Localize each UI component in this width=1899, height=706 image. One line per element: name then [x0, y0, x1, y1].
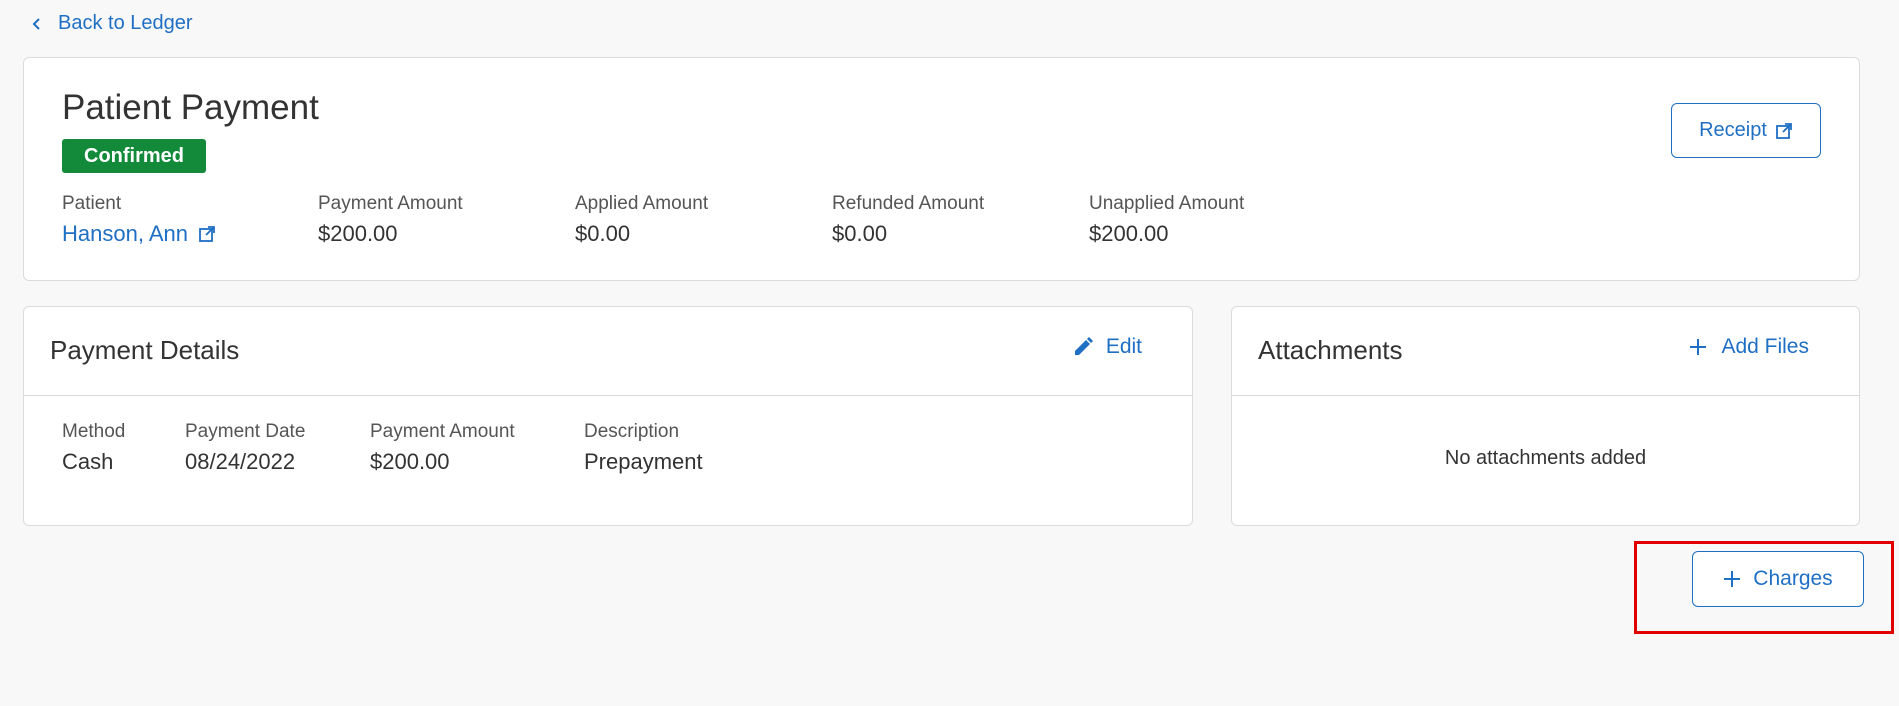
description-value: Prepayment	[584, 449, 703, 474]
external-link-icon	[1776, 122, 1792, 139]
payment-amount-label: Payment Amount	[318, 193, 463, 214]
charges-label: Charges	[1753, 567, 1833, 590]
detail-payment-amount-value: $200.00	[370, 449, 450, 474]
payment-details-header: Payment Details Edit	[24, 307, 1192, 396]
attachments-card: Attachments Add Files No attachments add…	[1231, 306, 1860, 526]
back-to-ledger-link[interactable]: Back to Ledger	[30, 12, 193, 35]
applied-amount-label: Applied Amount	[575, 193, 709, 214]
payment-details-title: Payment Details	[50, 335, 240, 365]
description-field: Description Prepayment	[584, 421, 703, 475]
patient-field: Patient Hanson, Ann	[62, 193, 216, 247]
add-charges-button[interactable]: Charges	[1692, 551, 1864, 607]
payment-amount-field: Payment Amount $200.00	[318, 193, 463, 247]
applied-amount-value: $0.00	[575, 221, 631, 246]
payment-summary-card: Patient Payment Confirmed Receipt Patien…	[23, 57, 1860, 281]
payment-amount-value: $200.00	[318, 221, 398, 246]
method-field: Method Cash	[62, 421, 125, 475]
payment-date-value: 08/24/2022	[185, 449, 296, 474]
refunded-amount-value: $0.00	[832, 221, 888, 246]
chevron-left-icon	[32, 17, 40, 30]
method-label: Method	[62, 421, 126, 442]
status-badge: Confirmed	[62, 139, 206, 173]
patient-link[interactable]: Hanson, Ann	[62, 221, 216, 247]
unapplied-amount-value: $200.00	[1089, 221, 1169, 246]
attachments-header: Attachments Add Files	[1232, 307, 1859, 396]
detail-payment-amount-field: Payment Amount $200.00	[370, 421, 515, 475]
back-to-ledger-label: Back to Ledger	[58, 12, 193, 34]
patient-label: Patient	[62, 193, 122, 214]
unapplied-amount-label: Unapplied Amount	[1089, 193, 1245, 214]
unapplied-amount-field: Unapplied Amount $200.00	[1089, 193, 1244, 247]
add-files-label: Add Files	[1721, 335, 1809, 358]
payment-date-label: Payment Date	[185, 421, 306, 442]
edit-label: Edit	[1105, 335, 1142, 358]
patient-name: Hanson, Ann	[62, 221, 188, 246]
external-link-icon	[199, 226, 215, 242]
plus-icon	[1690, 339, 1707, 355]
payment-details-card: Payment Details Edit Method Cash Payment…	[23, 306, 1193, 526]
description-label: Description	[584, 421, 680, 442]
method-value: Cash	[62, 449, 114, 474]
receipt-button-label: Receipt	[1699, 119, 1767, 141]
refunded-amount-label: Refunded Amount	[832, 193, 985, 214]
refunded-amount-field: Refunded Amount $0.00	[832, 193, 984, 247]
receipt-button[interactable]: Receipt	[1671, 103, 1821, 158]
page-title: Patient Payment	[62, 88, 319, 127]
pencil-icon	[1074, 337, 1093, 355]
attachments-title: Attachments	[1258, 335, 1403, 365]
applied-amount-field: Applied Amount $0.00	[575, 193, 708, 247]
no-attachments-message: No attachments added	[1444, 447, 1647, 469]
add-files-button[interactable]: Add Files	[1687, 335, 1809, 359]
plus-icon	[1724, 571, 1741, 587]
edit-button[interactable]: Edit	[1072, 335, 1142, 359]
detail-payment-amount-label: Payment Amount	[370, 421, 515, 442]
payment-date-field: Payment Date 08/24/2022	[185, 421, 305, 475]
